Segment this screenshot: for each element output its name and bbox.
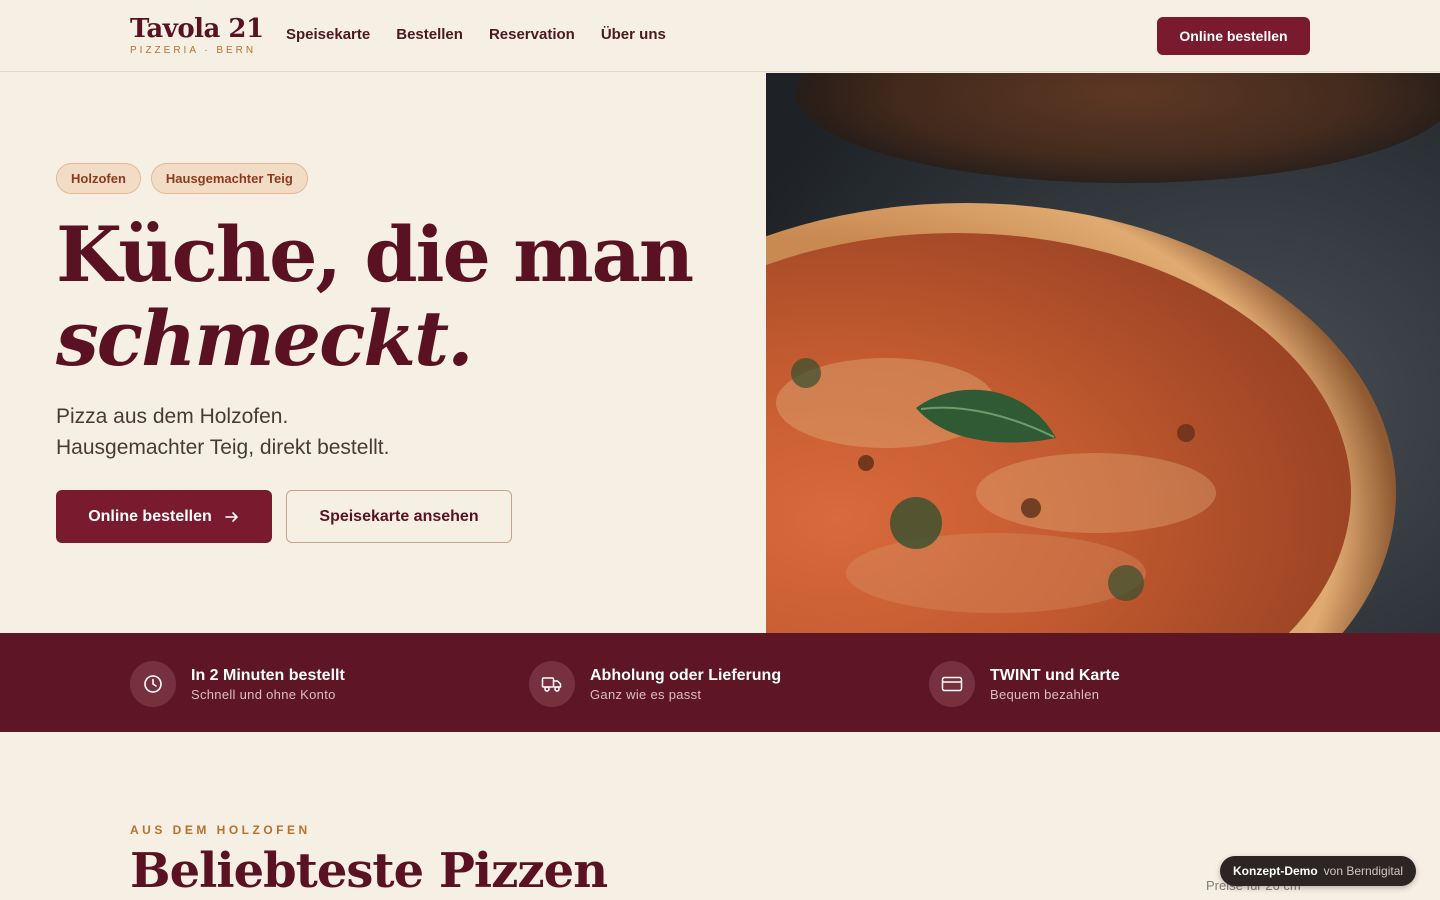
demo-by: von Berndigital	[1323, 864, 1404, 878]
nav-ueber-uns[interactable]: Über uns	[601, 26, 666, 43]
feature-subtitle: Bequem bezahlen	[990, 686, 1100, 702]
demo-label: Konzept-Demo	[1233, 864, 1318, 878]
badge-holzofen: Holzofen	[56, 163, 141, 194]
feature-payment: TWINT und Karte Bequem bezahlen	[929, 661, 1120, 707]
site-header: Tavola 21 PIZZERIA · BERN Speisekarte Be…	[0, 0, 1440, 72]
feature-title: TWINT und Karte	[990, 666, 1120, 684]
headline-line2: schmeckt.	[56, 294, 474, 383]
hero-sub-line1: Pizza aus dem Holzofen.	[56, 405, 289, 428]
logo-subtitle: PIZZERIA · BERN	[130, 45, 257, 56]
hero-sub-line2: Hausgemachter Teig, direkt bestellt.	[56, 436, 390, 459]
card-icon	[929, 661, 975, 707]
logo[interactable]: Tavola 21 PIZZERIA · BERN	[130, 14, 264, 56]
truck-icon	[529, 661, 575, 707]
section-title: Beliebteste Pizzen	[130, 843, 608, 899]
feature-subtitle: Ganz wie es passt	[590, 686, 702, 702]
clock-icon	[130, 661, 176, 707]
hero-badges: Holzofen Hausgemachter Teig	[56, 163, 308, 194]
feature-band: In 2 Minuten bestellt Schnell und ohne K…	[0, 633, 1440, 732]
feature-subtitle: Schnell und ohne Konto	[191, 686, 336, 702]
nav-speisekarte[interactable]: Speisekarte	[286, 26, 370, 43]
section-eyebrow: AUS DEM HOLZOFEN	[130, 823, 311, 837]
arrow-right-icon	[224, 511, 238, 522]
hero-menu-button[interactable]: Speisekarte ansehen	[286, 490, 512, 543]
hero-pizza-image	[766, 73, 1440, 633]
hero-section: Holzofen Hausgemachter Teig Küche, die m…	[0, 73, 766, 633]
feature-fast-order: In 2 Minuten bestellt Schnell und ohne K…	[130, 661, 345, 707]
main-nav: Speisekarte Bestellen Reservation Über u…	[286, 26, 666, 43]
badge-teig: Hausgemachter Teig	[150, 163, 308, 194]
hero-order-button[interactable]: Online bestellen	[56, 490, 272, 543]
headline-line1: Küche, die man	[56, 210, 694, 299]
nav-bestellen[interactable]: Bestellen	[396, 26, 463, 43]
hero-order-label: Online bestellen	[88, 507, 212, 525]
hero-subtitle: Pizza aus dem Holzofen. Hausgemachter Te…	[56, 401, 389, 463]
pizza-photo	[766, 73, 1440, 633]
feature-delivery: Abholung oder Lieferung Ganz wie es pass…	[529, 661, 781, 707]
logo-name: Tavola 21	[130, 14, 264, 44]
hero-headline: Küche, die man schmeckt.	[56, 210, 694, 383]
header-order-button[interactable]: Online bestellen	[1157, 17, 1310, 55]
nav-reservation[interactable]: Reservation	[489, 26, 575, 43]
feature-title: Abholung oder Lieferung	[590, 666, 782, 684]
feature-title: In 2 Minuten bestellt	[191, 666, 345, 684]
demo-badge[interactable]: Konzept-Demo von Berndigital	[1220, 856, 1417, 886]
